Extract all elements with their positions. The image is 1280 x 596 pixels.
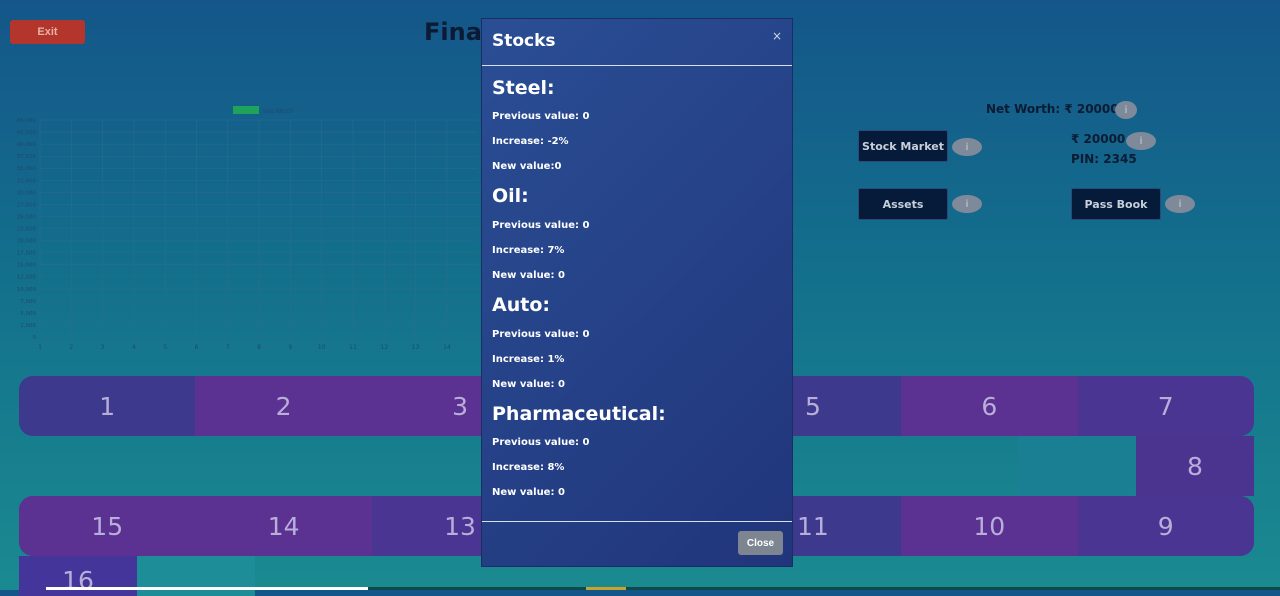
balance-info-icon[interactable]: i [1126, 132, 1156, 150]
net-worth-info-icon[interactable]: i [1115, 101, 1137, 119]
y-tick-label: 22,500 [17, 227, 37, 233]
stock-name: Auto: [492, 294, 550, 316]
stock-previous-value: Previous value: 0 [492, 111, 590, 122]
balance-label: ₹ 20000 [1071, 132, 1126, 146]
chart-y-ticks: 0 2,500 5,000 7,500 10,000 12,500 15,000 17,500… [17, 118, 37, 341]
pass-book-button[interactable]: Pass Book [1071, 188, 1161, 220]
y-tick-label: 10,000 [17, 287, 37, 293]
x-tick-label: 9 [288, 344, 292, 351]
stock-previous-value: Previous value: 0 [492, 437, 590, 448]
modal-title: Stocks [492, 31, 556, 51]
board-cell: 1 [19, 376, 196, 436]
close-icon[interactable]: × [772, 29, 782, 43]
board-cell: 8 [1136, 436, 1254, 496]
stock-increase: Increase: 7% [492, 245, 565, 256]
board-connector [137, 556, 255, 596]
y-tick-label: 20,000 [17, 239, 37, 245]
stock-new-value: New value: 0 [492, 379, 565, 390]
y-tick-label: 7,500 [20, 299, 36, 305]
stock-increase: Increase: -2% [492, 136, 569, 147]
x-tick-label: 4 [132, 344, 136, 351]
x-tick-label: 14 [443, 344, 451, 351]
board-cell: 7 [1077, 376, 1254, 436]
y-tick-label: 27,500 [17, 202, 37, 208]
board-cell: 9 [1077, 496, 1254, 556]
board-connector [1018, 436, 1136, 496]
exit-button[interactable]: Exit [10, 20, 85, 44]
y-tick-label: 5,000 [20, 311, 36, 317]
x-tick-label: 7 [226, 344, 230, 351]
board-cell: 14 [195, 496, 372, 556]
y-tick-label: 15,000 [17, 263, 37, 269]
stock-new-value: New value: 0 [492, 270, 565, 281]
x-tick-label: 12 [380, 344, 388, 351]
stock-previous-value: Previous value: 0 [492, 329, 590, 340]
x-tick-label: 11 [349, 344, 357, 351]
assets-info-icon[interactable]: i [952, 195, 982, 213]
x-tick-label: 8 [257, 344, 261, 351]
stock-increase: Increase: 1% [492, 354, 565, 365]
y-tick-label: 35,000 [17, 166, 37, 172]
assets-button[interactable]: Assets [858, 188, 948, 220]
stock-market-button[interactable]: Stock Market [858, 130, 948, 162]
close-button[interactable]: Close [738, 531, 783, 555]
board-cell: 10 [901, 496, 1078, 556]
y-tick-label: 30,000 [17, 190, 37, 196]
x-tick-label: 5 [163, 344, 167, 351]
x-tick-label: 13 [412, 344, 420, 351]
x-tick-label: 6 [195, 344, 199, 351]
stock-increase: Increase: 8% [492, 462, 565, 473]
stock-new-value: New value: 0 [492, 487, 565, 498]
stock-name: Steel: [492, 77, 555, 99]
board-cell: 16 [19, 556, 137, 596]
y-tick-label: 25,000 [17, 214, 37, 220]
y-tick-label: 40,000 [17, 142, 37, 148]
board-cell: 2 [195, 376, 372, 436]
x-tick-label: 2 [69, 344, 73, 351]
y-tick-label: 17,500 [17, 251, 37, 257]
stocks-modal: Stocks × Steel: Previous value: 0 Increa… [481, 18, 793, 567]
chart-x-ticks: 1 2 3 4 5 6 7 8 9 10 11 12 13 14 [38, 344, 451, 351]
y-tick-label: 45,000 [17, 118, 37, 124]
y-tick-label: 0 [33, 335, 37, 341]
y-tick-label: 12,500 [17, 275, 37, 281]
stock-new-value: New value:0 [492, 161, 562, 172]
stock-previous-value: Previous value: 0 [492, 220, 590, 231]
chart-grid [39, 119, 478, 338]
legend-swatch [233, 106, 259, 114]
net-worth-label: Net Worth: ₹ 20000 [986, 102, 1119, 116]
pin-label: PIN: 2345 [1071, 152, 1137, 166]
x-tick-label: 10 [318, 344, 326, 351]
y-tick-label: 42,500 [17, 130, 37, 136]
x-tick-label: 3 [101, 344, 105, 351]
modal-divider [482, 65, 792, 66]
y-tick-label: 2,500 [20, 323, 36, 329]
board-cell: 6 [901, 376, 1078, 436]
net-worth-chart: 0 2,500 5,000 7,500 10,000 12,500 15,000 17,500… [17, 106, 478, 351]
board-cell: 15 [19, 496, 196, 556]
y-tick-label: 32,500 [17, 178, 37, 184]
pass-book-info-icon[interactable]: i [1165, 195, 1195, 213]
y-tick-label: 37,500 [17, 154, 37, 160]
modal-divider [482, 521, 792, 522]
stock-name: Oil: [492, 185, 529, 207]
legend-label: Net Worth [263, 108, 294, 115]
stock-market-info-icon[interactable]: i [952, 138, 982, 156]
stock-name: Pharmaceutical: [492, 403, 666, 425]
x-tick-label: 1 [38, 344, 42, 351]
